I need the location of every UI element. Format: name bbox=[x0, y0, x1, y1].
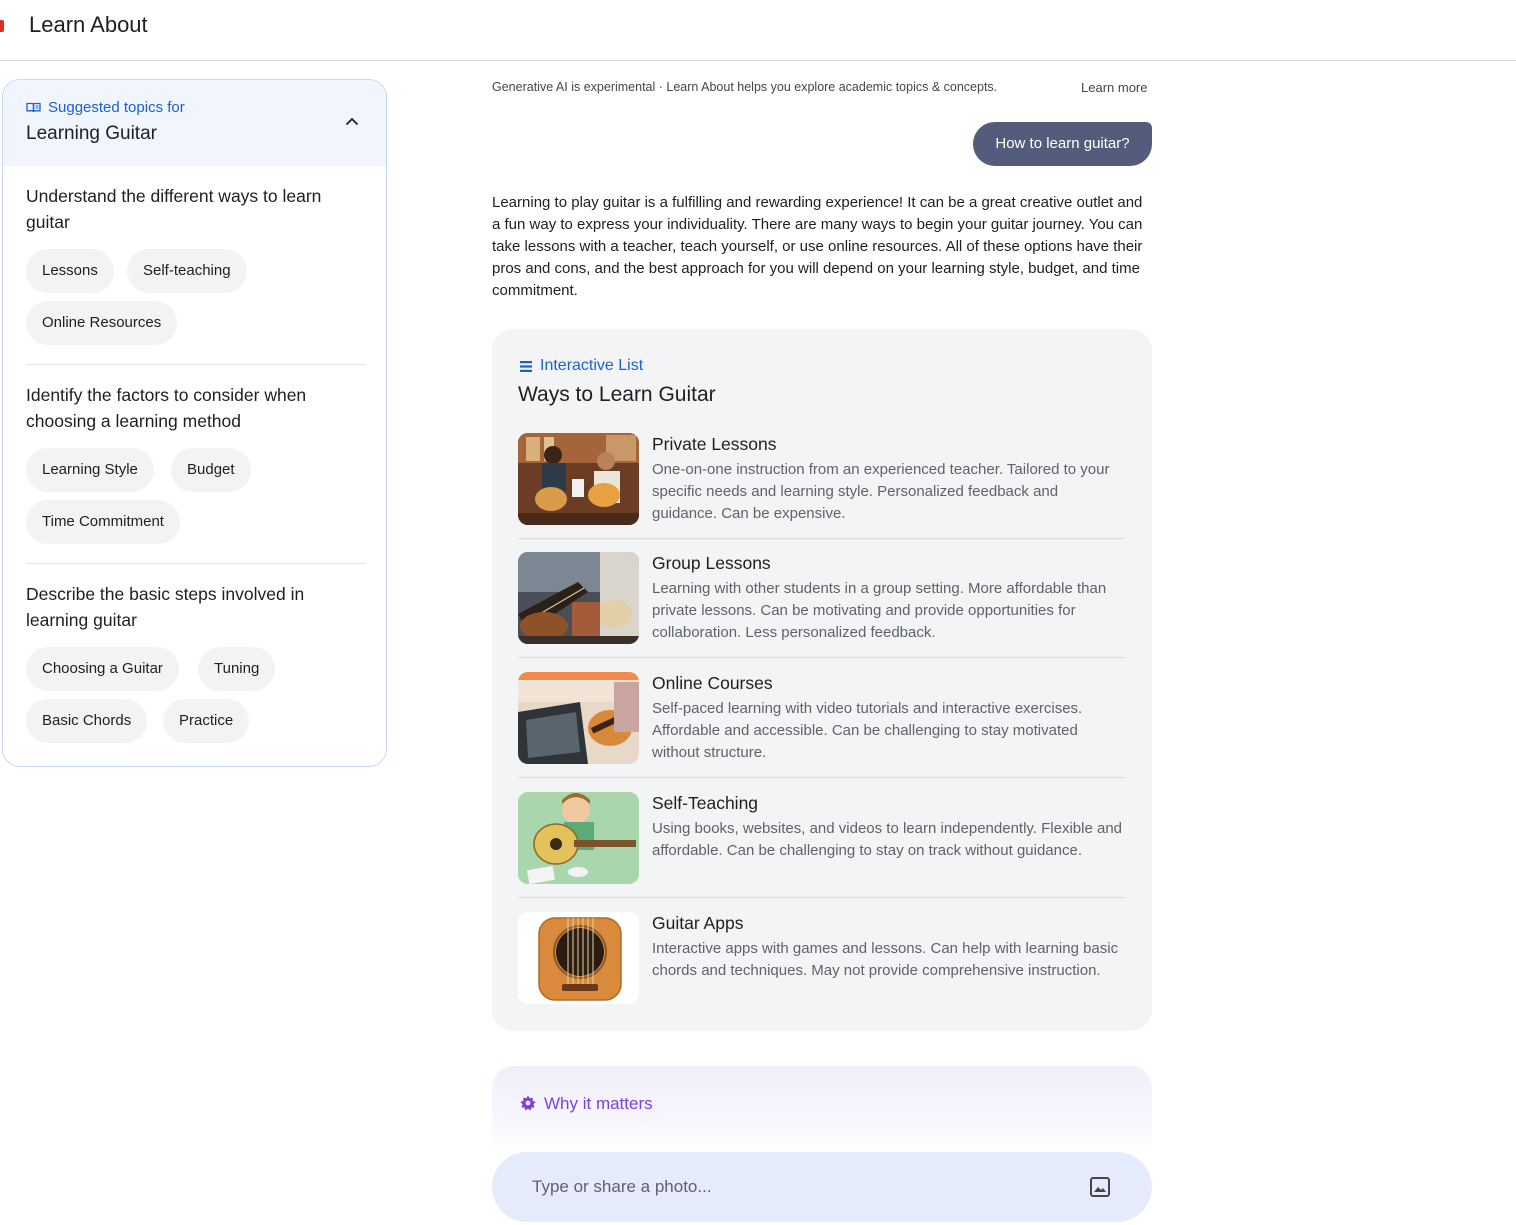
image-upload-icon[interactable] bbox=[1089, 1176, 1111, 1198]
item-divider bbox=[518, 897, 1125, 898]
top-bar: Learn About bbox=[0, 0, 1516, 61]
chip-time-commitment[interactable]: Time Commitment bbox=[26, 500, 180, 544]
section-divider bbox=[26, 563, 366, 564]
list-title: Ways to Learn Guitar bbox=[518, 383, 716, 406]
item-description: Using books, websites, and videos to lea… bbox=[652, 820, 1123, 859]
answer-intro: Learning to play guitar is a fulfilling … bbox=[492, 194, 1143, 299]
item-title: Self-Teaching bbox=[652, 793, 759, 813]
private-lessons-thumbnail bbox=[518, 433, 639, 525]
section-title: Understand the different ways to learn g… bbox=[26, 186, 322, 232]
item-title: Group Lessons bbox=[652, 553, 771, 573]
guitar-apps-thumbnail bbox=[518, 912, 639, 1004]
item-divider bbox=[518, 538, 1125, 539]
chip-basic-chords[interactable]: Basic Chords bbox=[26, 699, 148, 743]
chip-online-resources[interactable]: Online Resources bbox=[26, 301, 178, 345]
topic-title: Learning Guitar bbox=[26, 123, 157, 144]
suggested-topics-header[interactable]: Suggested topics for Learning Guitar bbox=[3, 80, 386, 166]
book-icon bbox=[26, 102, 41, 113]
suggested-topics-panel: Suggested topics for Learning Guitar Und… bbox=[2, 79, 387, 767]
self-teaching-thumbnail bbox=[518, 792, 639, 884]
list-icon bbox=[520, 361, 532, 372]
item-divider bbox=[518, 657, 1125, 658]
list-item[interactable]: Group Lessons Learning with other studen… bbox=[518, 552, 1125, 672]
composer-input[interactable]: Type or share a photo... bbox=[532, 1177, 712, 1197]
why-it-matters-label: Why it matters bbox=[544, 1094, 653, 1113]
chip-practice[interactable]: Practice bbox=[163, 699, 250, 743]
interactive-list-card: Interactive List Ways to Learn Guitar Pr… bbox=[492, 329, 1152, 1031]
ai-disclaimer: Generative AI is experimental · Learn Ab… bbox=[492, 80, 998, 94]
chip-tuning[interactable]: Tuning bbox=[198, 647, 276, 691]
list-item[interactable]: Online Courses Self-paced learning with … bbox=[518, 672, 1125, 792]
section-title: Identify the factors to consider when ch… bbox=[26, 385, 307, 431]
interactive-list-kicker: Interactive List bbox=[540, 357, 644, 374]
item-description: One-on-one instruction from an experienc… bbox=[652, 461, 1110, 522]
user-query-bubble: How to learn guitar? bbox=[973, 122, 1152, 166]
topic-section: Describe the basic steps involved in lea… bbox=[26, 581, 366, 743]
topic-section: Understand the different ways to learn g… bbox=[26, 183, 366, 345]
item-description: Learning with other students in a group … bbox=[652, 580, 1107, 641]
online-courses-thumbnail bbox=[518, 672, 639, 764]
learn-more-link[interactable]: Learn more bbox=[1081, 80, 1147, 95]
item-title: Online Courses bbox=[652, 673, 773, 693]
item-title: Private Lessons bbox=[652, 434, 777, 454]
list-item[interactable]: Guitar Apps Interactive apps with games … bbox=[518, 912, 1125, 1032]
suggested-topics-kicker: Suggested topics for bbox=[48, 99, 185, 116]
list-item[interactable]: Private Lessons One-on-one instruction f… bbox=[518, 433, 1125, 553]
topic-section: Identify the factors to consider when ch… bbox=[26, 382, 366, 544]
chip-budget[interactable]: Budget bbox=[171, 448, 251, 492]
menu-edge-icon[interactable] bbox=[0, 20, 4, 32]
item-description: Self-paced learning with video tutorials… bbox=[652, 700, 1083, 761]
section-divider bbox=[26, 364, 366, 365]
chip-learning-style[interactable]: Learning Style bbox=[26, 448, 154, 492]
item-divider bbox=[518, 777, 1125, 778]
message-composer[interactable]: Type or share a photo... bbox=[492, 1152, 1152, 1222]
chip-self-teaching[interactable]: Self-teaching bbox=[127, 249, 247, 293]
item-title: Guitar Apps bbox=[652, 913, 744, 933]
section-title: Describe the basic steps involved in lea… bbox=[26, 584, 305, 630]
item-description: Interactive apps with games and lessons.… bbox=[652, 940, 1119, 979]
app-title: Learn About bbox=[29, 12, 148, 37]
group-lessons-thumbnail bbox=[518, 552, 639, 644]
why-it-matters-card[interactable]: Why it matters bbox=[492, 1066, 1152, 1152]
chip-choosing-a-guitar[interactable]: Choosing a Guitar bbox=[26, 647, 179, 691]
chevron-up-icon[interactable] bbox=[345, 116, 359, 126]
spark-icon bbox=[520, 1095, 536, 1111]
list-item[interactable]: Self-Teaching Using books, websites, and… bbox=[518, 792, 1125, 912]
chip-lessons[interactable]: Lessons bbox=[26, 249, 114, 293]
